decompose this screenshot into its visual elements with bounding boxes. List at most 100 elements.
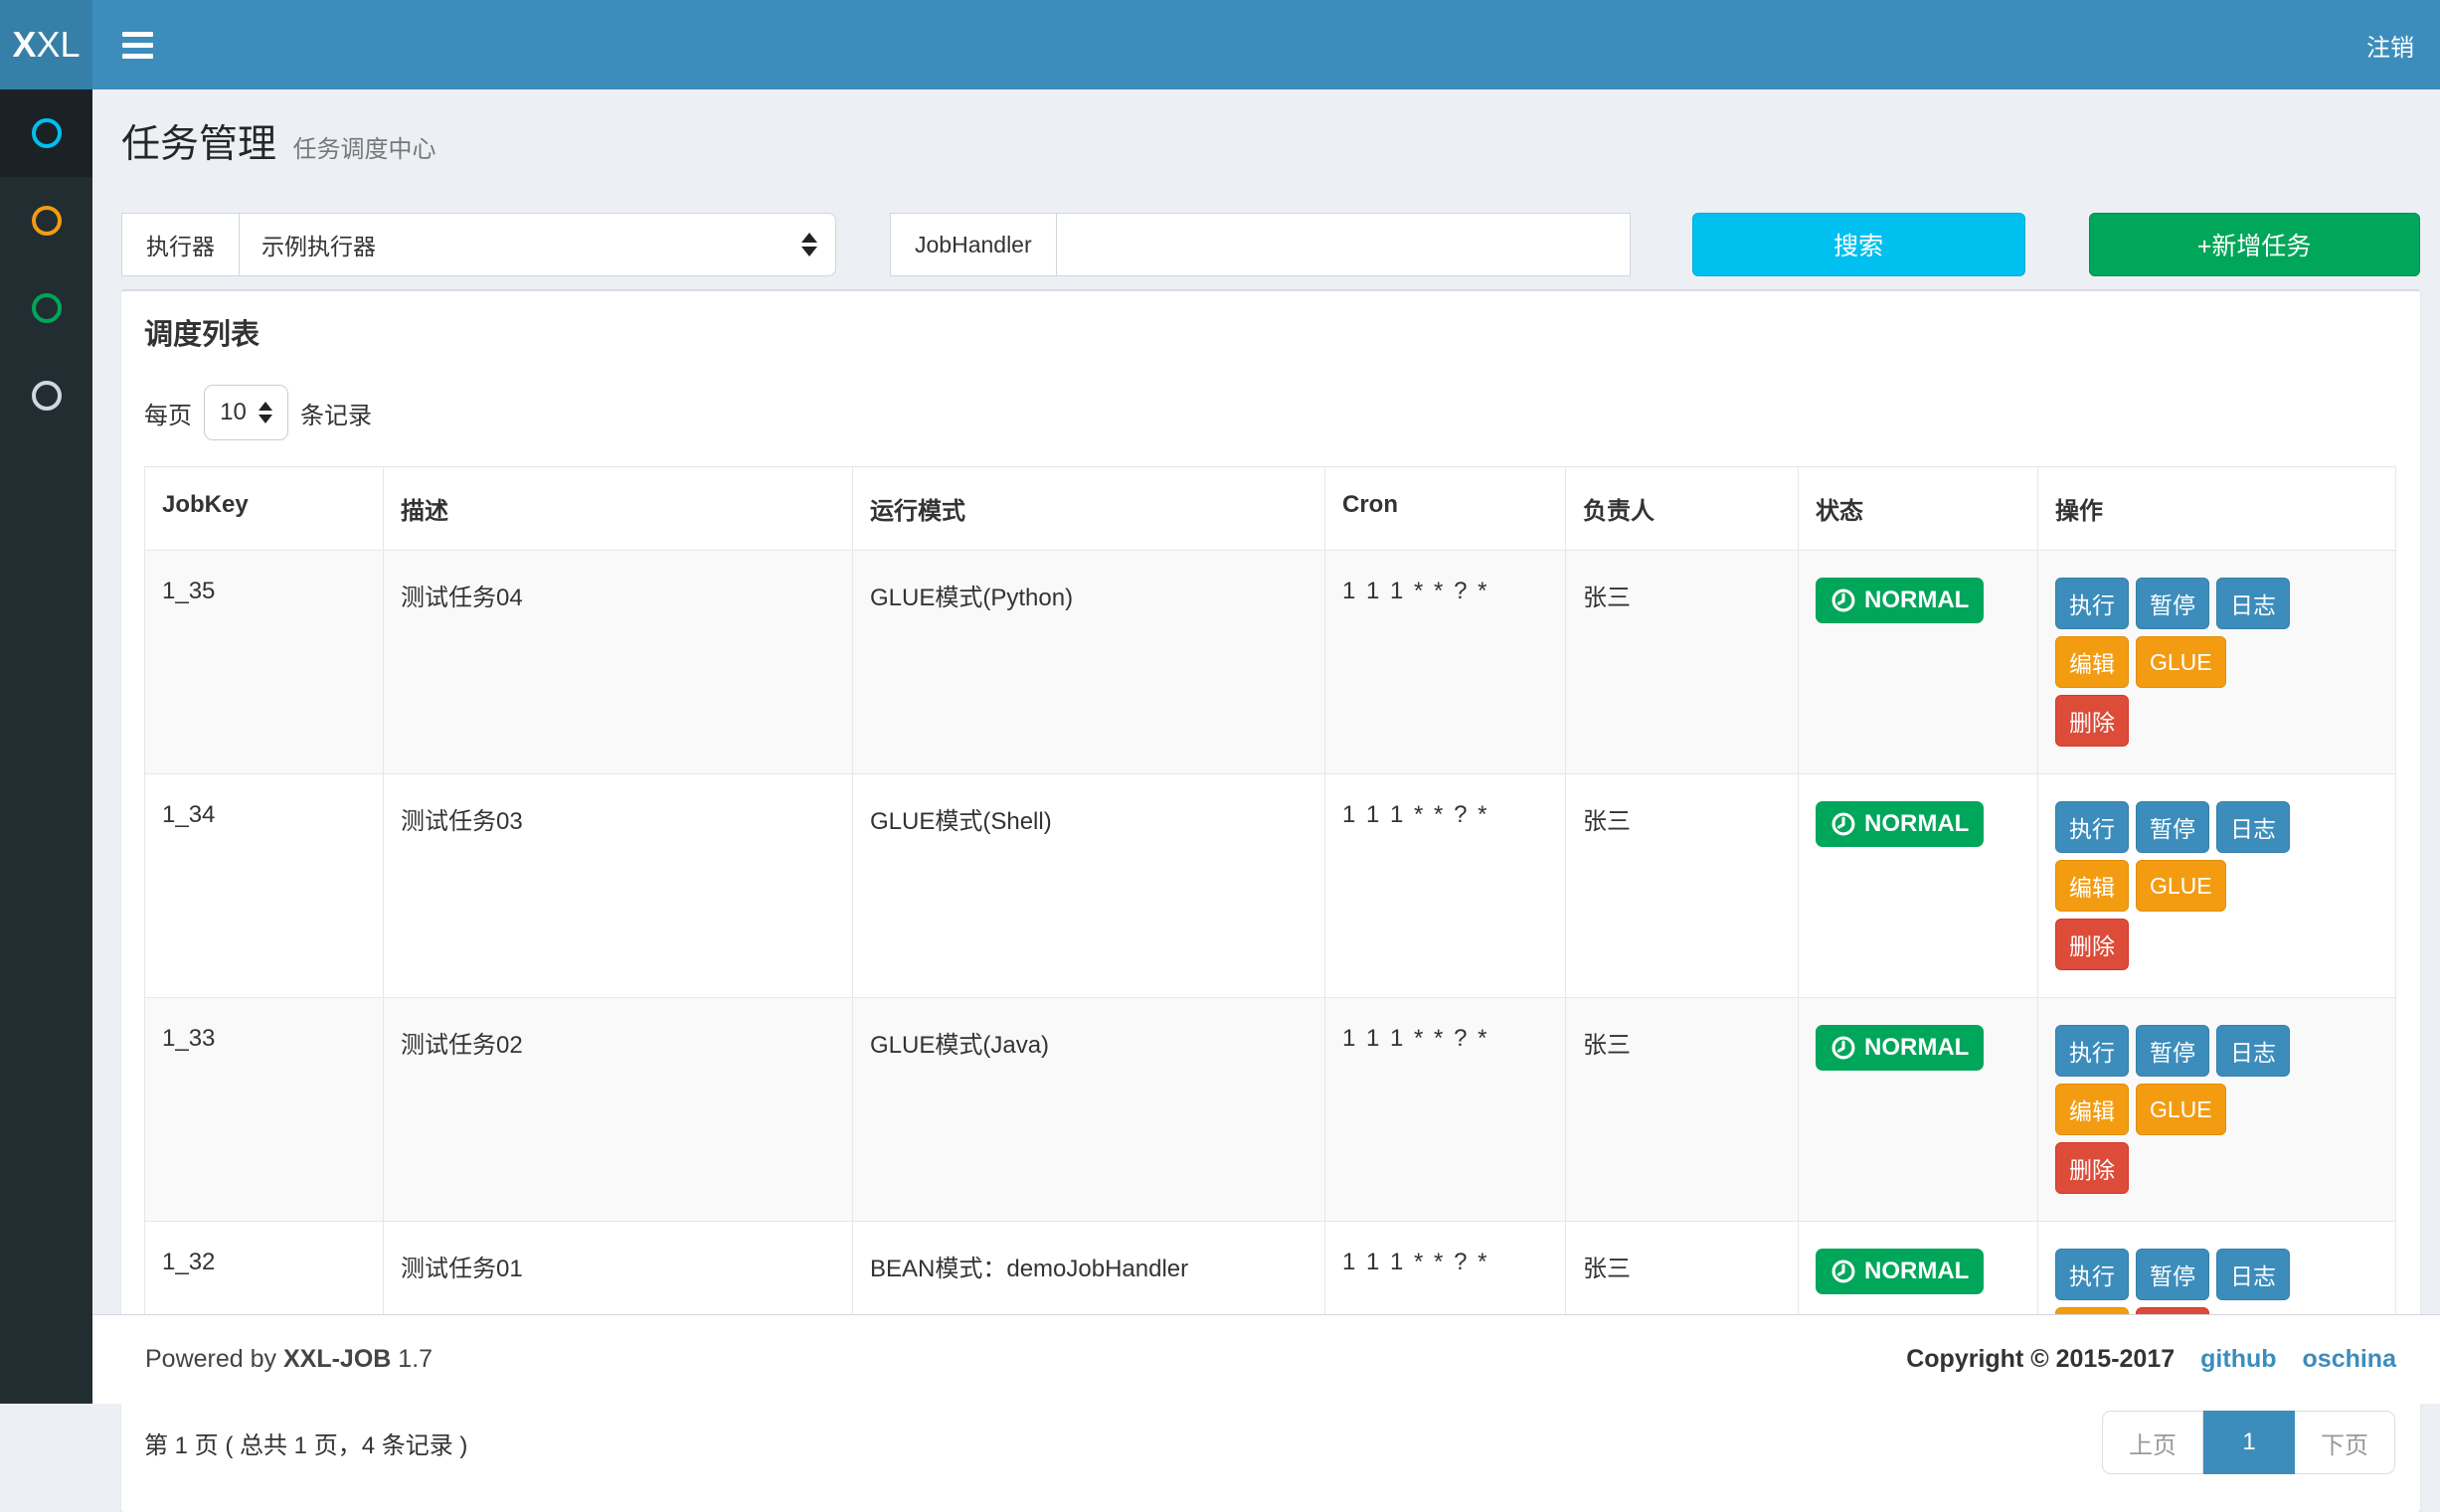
page-1-button[interactable]: 1 — [2203, 1411, 2295, 1474]
page-footer: Powered by XXL-JOB 1.7 Copyright © 2015-… — [92, 1314, 2440, 1404]
pause-button[interactable]: 暂停 — [2136, 578, 2209, 629]
executor-select[interactable]: 示例执行器 — [240, 213, 836, 276]
col-status: 状态 — [1799, 467, 2038, 551]
jobhandler-filter-group: JobHandler — [890, 213, 1631, 276]
edit-button[interactable]: 编辑 — [2055, 1084, 2129, 1135]
pause-button[interactable]: 暂停 — [2136, 1025, 2209, 1077]
clock-icon — [1830, 811, 1856, 837]
oschina-link[interactable]: oschina — [2303, 1345, 2396, 1374]
version-text: 1.7 — [398, 1345, 433, 1373]
cell-owner: 张三 — [1566, 774, 1799, 998]
delete-button[interactable]: 删除 — [2055, 1142, 2129, 1194]
search-button[interactable]: 搜索 — [1692, 213, 2025, 276]
sidebar — [0, 89, 92, 1404]
page-size-select[interactable]: 10 — [204, 385, 288, 440]
cell-owner: 张三 — [1566, 551, 1799, 774]
table-footer: 第 1 页 ( 总共 1 页，4 条记录 ) 上页 1 下页 — [144, 1411, 2395, 1474]
status-badge: NORMAL — [1816, 801, 1984, 847]
delete-button[interactable]: 删除 — [2055, 695, 2129, 747]
cell-jobkey: 1_35 — [145, 551, 384, 774]
cell-owner: 张三 — [1566, 998, 1799, 1222]
prev-page-button[interactable]: 上页 — [2102, 1411, 2203, 1474]
sidebar-item-3[interactable] — [0, 264, 92, 352]
hamburger-icon — [122, 43, 153, 48]
cell-mode: GLUE模式(Shell) — [853, 774, 1325, 998]
copyright-text: Copyright © 2015-2017 — [1906, 1345, 2175, 1374]
edit-button[interactable]: 编辑 — [2055, 636, 2129, 688]
col-owner: 负责人 — [1566, 467, 1799, 551]
page-size-prefix: 每页 — [144, 396, 192, 430]
powered-by-text: Powered by XXL-JOB 1.7 — [145, 1345, 433, 1374]
sidebar-toggle-button[interactable] — [92, 0, 183, 89]
col-jobkey: JobKey — [145, 467, 384, 551]
cell-status: NORMAL — [1799, 774, 2038, 998]
pause-button[interactable]: 暂停 — [2136, 1249, 2209, 1300]
hamburger-icon — [122, 54, 153, 59]
delete-button[interactable]: 删除 — [2055, 919, 2129, 970]
cell-jobkey: 1_34 — [145, 774, 384, 998]
page-size-control: 每页 10 条记录 — [144, 385, 2397, 440]
run-button[interactable]: 执行 — [2055, 578, 2129, 629]
cell-cron: 1 1 1 * * ? * — [1325, 774, 1566, 998]
github-link[interactable]: github — [2200, 1345, 2276, 1374]
sidebar-item-1[interactable] — [0, 89, 92, 177]
top-navbar: XXL 注销 — [0, 0, 2440, 89]
status-text: NORMAL — [1864, 1258, 1969, 1285]
executor-filter-group: 执行器 示例执行器 — [121, 213, 836, 276]
circle-icon — [32, 293, 62, 323]
jobhandler-input[interactable] — [1057, 213, 1631, 276]
status-text: NORMAL — [1864, 587, 1969, 614]
glue-button[interactable]: GLUE — [2136, 860, 2226, 912]
clock-icon — [1830, 1259, 1856, 1284]
log-button[interactable]: 日志 — [2216, 578, 2290, 629]
hamburger-icon — [122, 32, 153, 37]
executor-label: 执行器 — [121, 213, 240, 276]
edit-button[interactable]: 编辑 — [2055, 860, 2129, 912]
glue-button[interactable]: GLUE — [2136, 636, 2226, 688]
page-size-value: 10 — [220, 399, 247, 426]
table-row: 1_34 测试任务03 GLUE模式(Shell) 1 1 1 * * ? * … — [145, 774, 2396, 998]
log-button[interactable]: 日志 — [2216, 801, 2290, 853]
footer-right: Copyright © 2015-2017 github oschina — [1906, 1345, 2396, 1374]
cell-status: NORMAL — [1799, 998, 2038, 1222]
brand-name: XXL-JOB — [283, 1345, 391, 1373]
table-row: 1_33 测试任务02 GLUE模式(Java) 1 1 1 * * ? * 张… — [145, 998, 2396, 1222]
sidebar-item-4[interactable] — [0, 352, 92, 439]
table-row: 1_35 测试任务04 GLUE模式(Python) 1 1 1 * * ? *… — [145, 551, 2396, 774]
run-button[interactable]: 执行 — [2055, 801, 2129, 853]
status-text: NORMAL — [1864, 810, 1969, 838]
run-button[interactable]: 执行 — [2055, 1249, 2129, 1300]
col-mode: 运行模式 — [853, 467, 1325, 551]
status-badge: NORMAL — [1816, 1025, 1984, 1071]
cell-desc: 测试任务02 — [384, 998, 853, 1222]
page-subtitle: 任务调度中心 — [292, 136, 436, 163]
glue-button[interactable]: GLUE — [2136, 1084, 2226, 1135]
run-button[interactable]: 执行 — [2055, 1025, 2129, 1077]
logout-link[interactable]: 注销 — [2341, 0, 2440, 89]
powered-by-label: Powered by — [145, 1345, 276, 1373]
clock-icon — [1830, 588, 1856, 613]
app-logo[interactable]: XXL — [0, 0, 92, 89]
select-arrows-icon — [801, 233, 817, 256]
col-actions: 操作 — [2038, 467, 2396, 551]
pagination-info: 第 1 页 ( 总共 1 页，4 条记录 ) — [144, 1426, 467, 1460]
table-header-row: JobKey 描述 运行模式 Cron 负责人 状态 操作 — [145, 467, 2396, 551]
sidebar-item-2[interactable] — [0, 177, 92, 264]
executor-selected-value: 示例执行器 — [261, 228, 376, 261]
jobhandler-label: JobHandler — [890, 213, 1057, 276]
log-button[interactable]: 日志 — [2216, 1249, 2290, 1300]
navbar-main: 注销 — [92, 0, 2440, 89]
status-text: NORMAL — [1864, 1034, 1969, 1062]
add-task-button[interactable]: +新增任务 — [2089, 213, 2420, 276]
next-page-button[interactable]: 下页 — [2295, 1411, 2395, 1474]
pagination: 上页 1 下页 — [2102, 1411, 2395, 1474]
panel-title: 调度列表 — [144, 311, 2397, 353]
logo-light-text: XL — [36, 24, 80, 66]
cell-cron: 1 1 1 * * ? * — [1325, 551, 1566, 774]
circle-icon — [32, 381, 62, 411]
cell-mode: GLUE模式(Python) — [853, 551, 1325, 774]
cell-jobkey: 1_33 — [145, 998, 384, 1222]
log-button[interactable]: 日志 — [2216, 1025, 2290, 1077]
page-size-suffix: 条记录 — [300, 396, 372, 430]
pause-button[interactable]: 暂停 — [2136, 801, 2209, 853]
